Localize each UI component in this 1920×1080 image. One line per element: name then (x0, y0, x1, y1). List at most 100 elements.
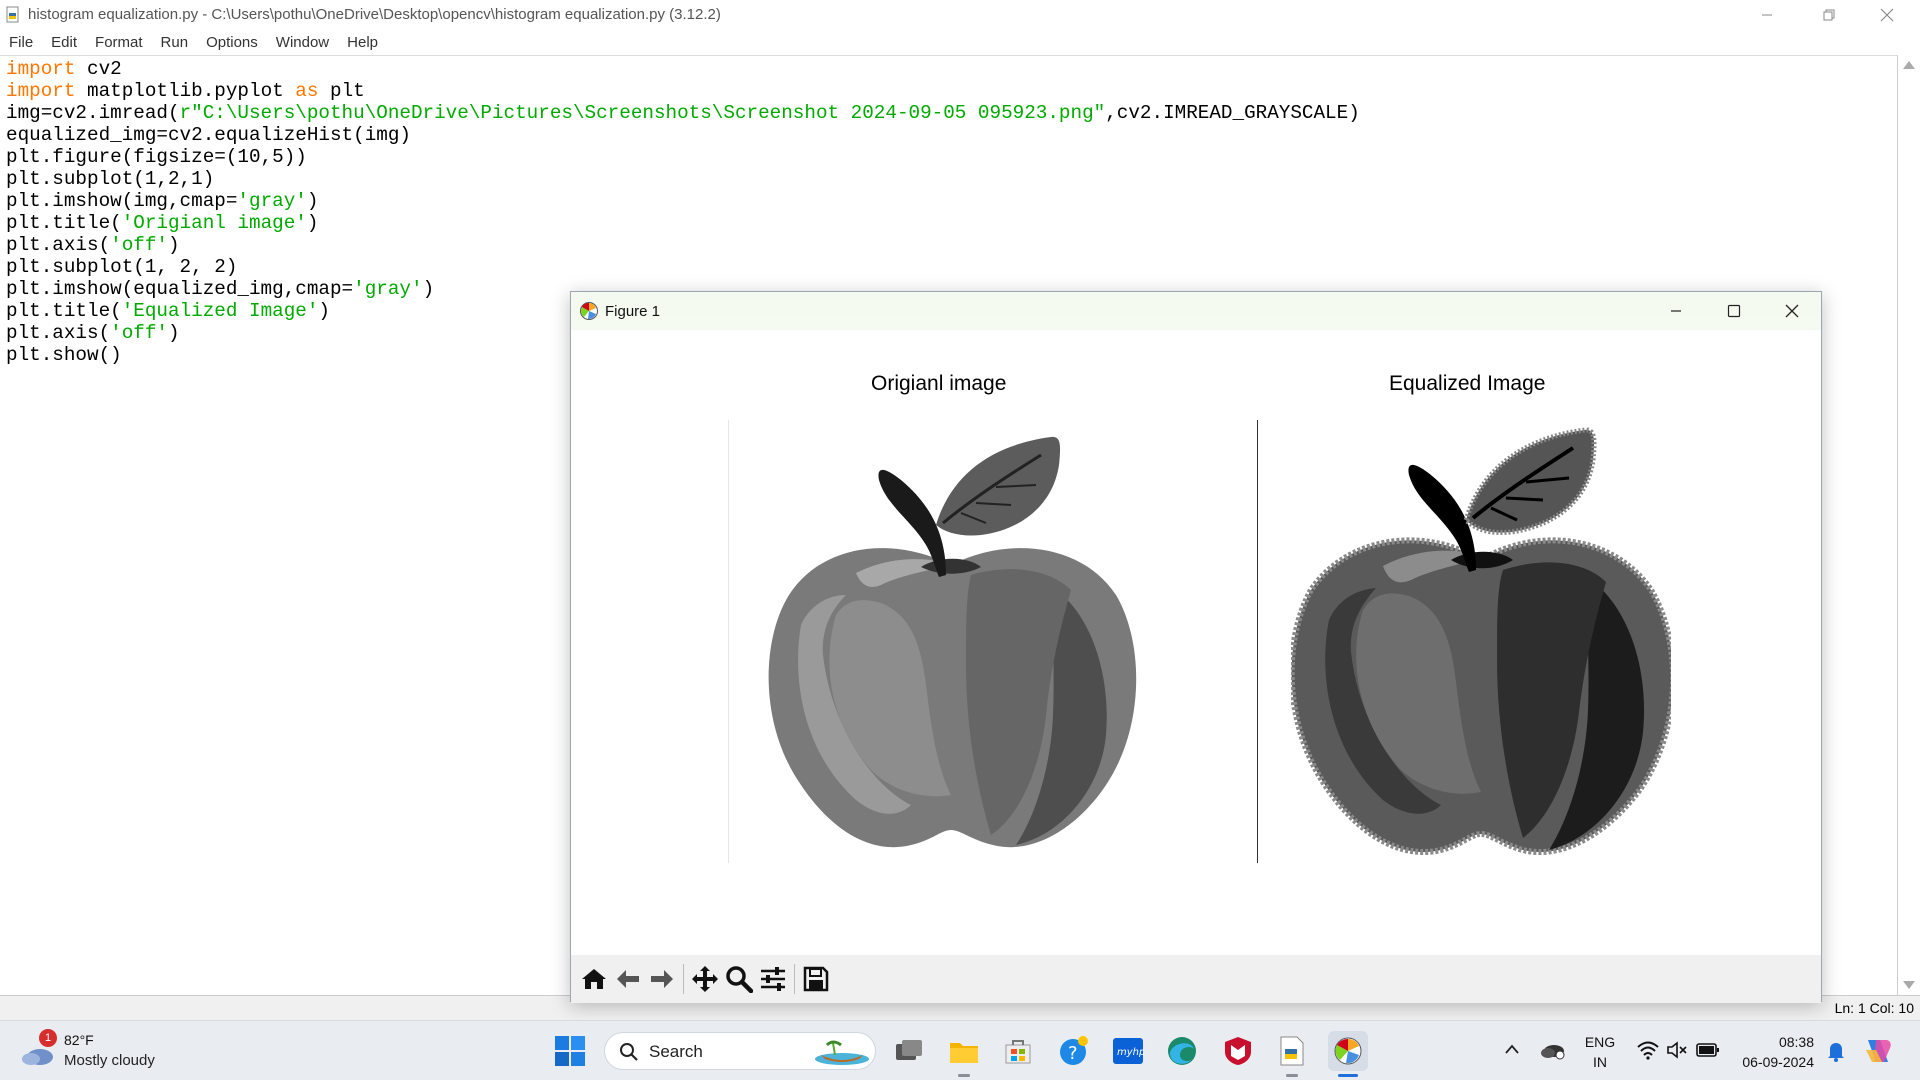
code-token: ) (306, 212, 319, 234)
code-line[interactable]: plt.imshow(img,cmap='gray') (6, 190, 1360, 212)
mcafee-shield-icon (1225, 1037, 1251, 1065)
code-line[interactable]: plt.subplot(1,2,1) (6, 168, 1360, 190)
matplotlib-logo-icon (1334, 1037, 1362, 1065)
clock-date: 06-09-2024 (1742, 1054, 1814, 1070)
copilot-icon[interactable] (1862, 1036, 1894, 1066)
active-indicator (1338, 1074, 1358, 1077)
running-indicator (958, 1074, 970, 1077)
code-line[interactable]: import cv2 (6, 58, 1360, 80)
code-string: r"C:\Users\pothu\OneDrive\Pictures\Scree… (179, 102, 1106, 124)
code-line[interactable]: equalized_img=cv2.equalizeHist(img) (6, 124, 1360, 146)
search-label: Search (649, 1042, 703, 1061)
code-token: ) (422, 278, 435, 300)
python-file-button[interactable] (1272, 1031, 1312, 1077)
running-indicator (1286, 1074, 1298, 1077)
cursor-position: Ln: 1 Col: 10 (1834, 1000, 1914, 1016)
toolbar-separator (794, 964, 795, 994)
figure-title: Figure 1 (605, 302, 661, 320)
notification-bell-icon[interactable] (1826, 1040, 1846, 1062)
battery-icon[interactable] (1696, 1042, 1720, 1058)
matplotlib-figure-taskbar-button[interactable] (1328, 1031, 1368, 1077)
task-view-icon (896, 1040, 922, 1060)
menu-run[interactable]: Run (152, 34, 198, 51)
figure-close-button[interactable] (1763, 292, 1821, 330)
code-string: 'Origianl image' (121, 212, 307, 234)
code-string: 'Equalized Image' (121, 300, 319, 322)
start-windows-icon[interactable] (554, 1035, 586, 1067)
language-indicator[interactable]: ENG IN (1580, 1032, 1620, 1072)
weather-temperature: 82°F (64, 1032, 94, 1048)
menu-options[interactable]: Options (197, 34, 267, 51)
figure-titlebar[interactable]: Figure 1 (571, 292, 1821, 330)
scroll-down-icon[interactable] (1903, 981, 1915, 989)
menu-edit[interactable]: Edit (42, 34, 86, 51)
svg-text:myhp: myhp (1117, 1047, 1144, 1058)
configure-subplots-icon (761, 967, 785, 991)
code-line[interactable]: img=cv2.imread(r"C:\Users\pothu\OneDrive… (6, 102, 1360, 124)
menu-format[interactable]: Format (86, 34, 152, 51)
original-apple-image (768, 436, 1137, 848)
restore-button[interactable] (1800, 0, 1858, 29)
myhp-button[interactable]: myhp (1108, 1031, 1148, 1071)
code-line[interactable]: plt.axis('off') (6, 234, 1360, 256)
onedrive-cloud-icon[interactable] (1540, 1039, 1566, 1061)
weather-badge: 1 (39, 1029, 57, 1047)
zoom-button[interactable] (722, 962, 756, 996)
get-help-button[interactable]: ? (1054, 1031, 1094, 1071)
idle-titlebar[interactable]: histogram equalization.py - C:\Users\pot… (0, 0, 1920, 29)
code-token: plt.subplot(1, 2, 2) (6, 256, 238, 278)
wifi-icon[interactable] (1636, 1040, 1660, 1060)
code-token: img=cv2.imread( (6, 102, 180, 124)
figure-canvas[interactable]: Origianl image Equalized Image (571, 330, 1821, 955)
weather-widget[interactable]: 1 82°F Mostly cloudy (20, 1029, 200, 1073)
code-string: 'off' (110, 322, 168, 344)
back-button[interactable] (611, 962, 645, 996)
left-image-edge (728, 420, 729, 863)
microsoft-store-button[interactable] (998, 1031, 1038, 1071)
chevron-up-icon[interactable] (1504, 1043, 1520, 1055)
python-document-icon (1280, 1036, 1304, 1066)
code-line[interactable]: plt.figure(figsize=(10,5)) (6, 146, 1360, 168)
edge-browser-button[interactable] (1162, 1031, 1202, 1071)
code-line[interactable]: plt.subplot(1, 2, 2) (6, 256, 1360, 278)
code-token: plt.subplot(1,2,1) (6, 168, 215, 190)
speaker-muted-icon[interactable] (1666, 1040, 1690, 1060)
save-icon (803, 966, 829, 992)
code-line[interactable]: plt.title('Origianl image') (6, 212, 1360, 234)
taskbar-search-box[interactable]: Search (604, 1032, 876, 1070)
figure-minimize-button[interactable] (1647, 292, 1705, 330)
task-view-button[interactable] (889, 1031, 929, 1071)
menu-file[interactable]: File (0, 34, 42, 51)
edge-icon (1168, 1037, 1196, 1065)
window-title: histogram equalization.py - C:\Users\pot… (28, 6, 721, 23)
code-token: cv2 (75, 58, 122, 80)
code-keyword: as (295, 80, 319, 102)
code-token: plt.show() (6, 344, 122, 366)
configure-subplots-button[interactable] (756, 962, 790, 996)
menu-help[interactable]: Help (338, 34, 387, 51)
code-line[interactable]: import matplotlib.pyplot as plt (6, 80, 1360, 102)
close-icon (1785, 304, 1799, 318)
windows-taskbar: 1 82°F Mostly cloudy Search ? myhp ENG I… (0, 1020, 1920, 1080)
search-icon (620, 1043, 638, 1061)
forward-button[interactable] (645, 962, 679, 996)
scroll-up-icon[interactable] (1903, 61, 1915, 69)
mcafee-button[interactable] (1218, 1031, 1258, 1071)
menu-window[interactable]: Window (267, 34, 338, 51)
right-image-edge (1257, 420, 1258, 863)
home-button[interactable] (577, 962, 611, 996)
save-button[interactable] (799, 962, 833, 996)
close-button[interactable] (1858, 0, 1916, 29)
figure-maximize-button[interactable] (1705, 292, 1763, 330)
close-icon (1880, 8, 1894, 21)
code-string: 'gray' (237, 190, 307, 212)
menu-bar: File Edit Format Run Options Window Help (0, 29, 1920, 55)
forward-arrow-icon (651, 970, 673, 988)
code-token: ) (168, 234, 180, 256)
vertical-scrollbar[interactable] (1898, 55, 1920, 995)
system-clock[interactable]: 08:38 06-09-2024 (1724, 1032, 1814, 1072)
pan-button[interactable] (688, 962, 722, 996)
code-keyword: import (6, 58, 76, 80)
file-explorer-button[interactable] (944, 1031, 984, 1077)
minimize-button[interactable] (1738, 0, 1796, 29)
